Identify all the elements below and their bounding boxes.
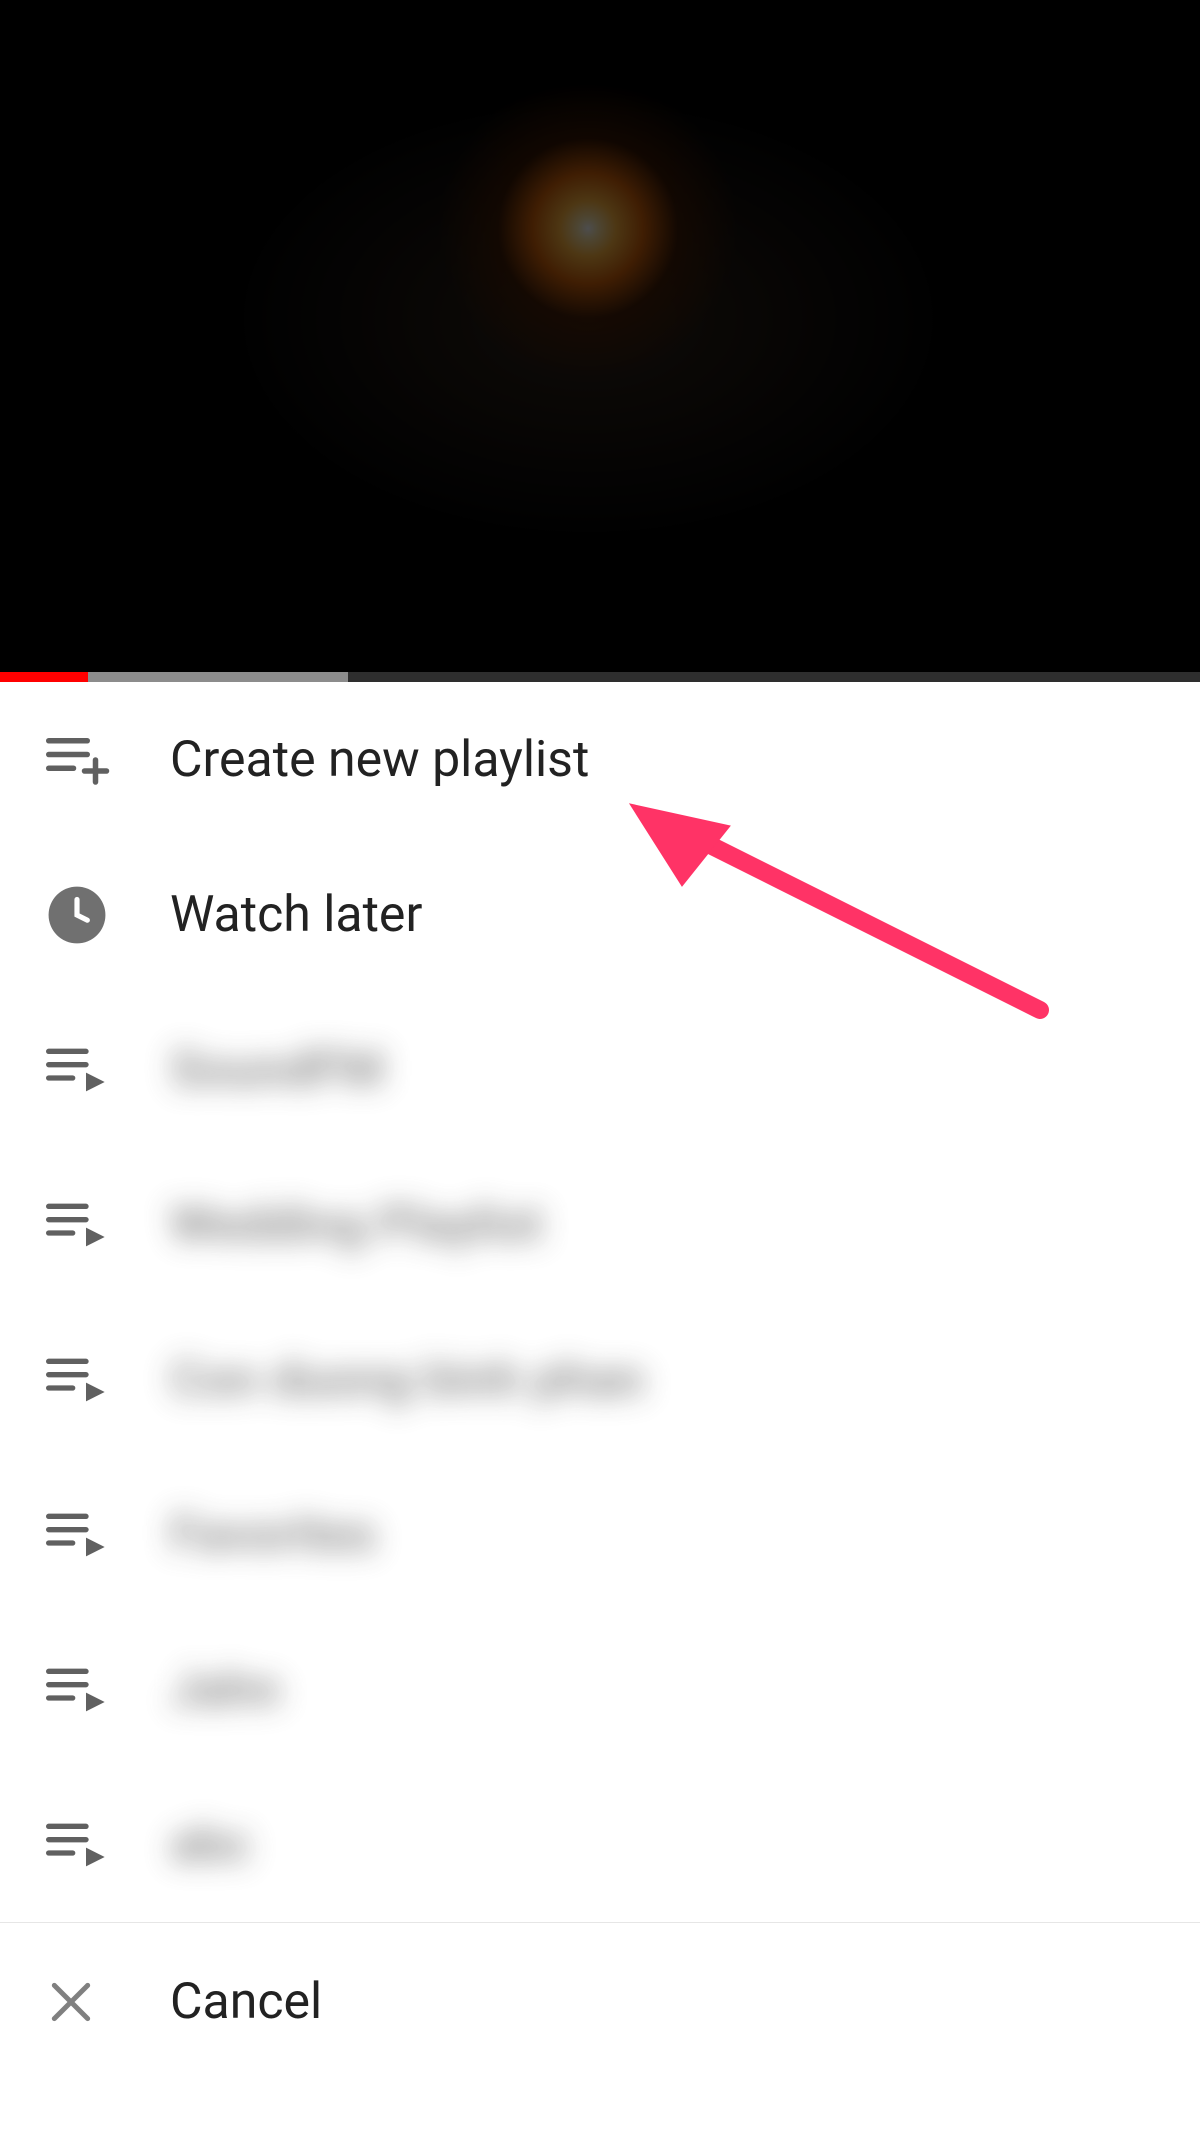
playlist-play-icon (46, 1356, 170, 1404)
watch-later-row[interactable]: Watch later (0, 837, 1200, 992)
create-new-playlist-label: Create new playlist (170, 731, 589, 789)
cancel-row[interactable]: Cancel (0, 1922, 1200, 2080)
clock-icon (46, 884, 170, 946)
playlist-row-label: Jahn (170, 1661, 281, 1719)
playlist-row[interactable]: Jahn (0, 1612, 1200, 1767)
playlist-row[interactable]: SoundFM (0, 992, 1200, 1147)
video-dim-overlay (0, 0, 1200, 682)
playlist-play-icon (46, 1046, 170, 1094)
cancel-label: Cancel (170, 1973, 322, 2031)
playlist-add-icon (46, 735, 170, 785)
save-to-playlist-sheet: Create new playlist Watch later (0, 682, 1200, 2080)
playlist-row-label: Con duong binh phan (170, 1351, 645, 1409)
playlist-row[interactable]: Wedding Playlist (0, 1147, 1200, 1302)
video-progress-played (0, 672, 88, 682)
playlist-play-icon (46, 1511, 170, 1559)
playlist-row-label: SoundFM (170, 1041, 384, 1099)
playlist-row-label: Favorites (170, 1506, 377, 1564)
video-player (0, 0, 1200, 682)
playlist-row-label: Wedding Playlist (170, 1196, 543, 1254)
create-new-playlist-row[interactable]: Create new playlist (0, 682, 1200, 837)
playlist-row-label: abc (170, 1816, 251, 1874)
close-icon (46, 1977, 170, 2027)
video-progress-buffered (88, 672, 348, 682)
playlist-play-icon (46, 1201, 170, 1249)
playlist-play-icon (46, 1821, 170, 1869)
playlist-play-icon (46, 1666, 170, 1714)
playlist-row[interactable]: abc (0, 1767, 1200, 1922)
watch-later-label: Watch later (170, 886, 422, 944)
playlist-row[interactable]: Favorites (0, 1457, 1200, 1612)
playlist-row[interactable]: Con duong binh phan (0, 1302, 1200, 1457)
